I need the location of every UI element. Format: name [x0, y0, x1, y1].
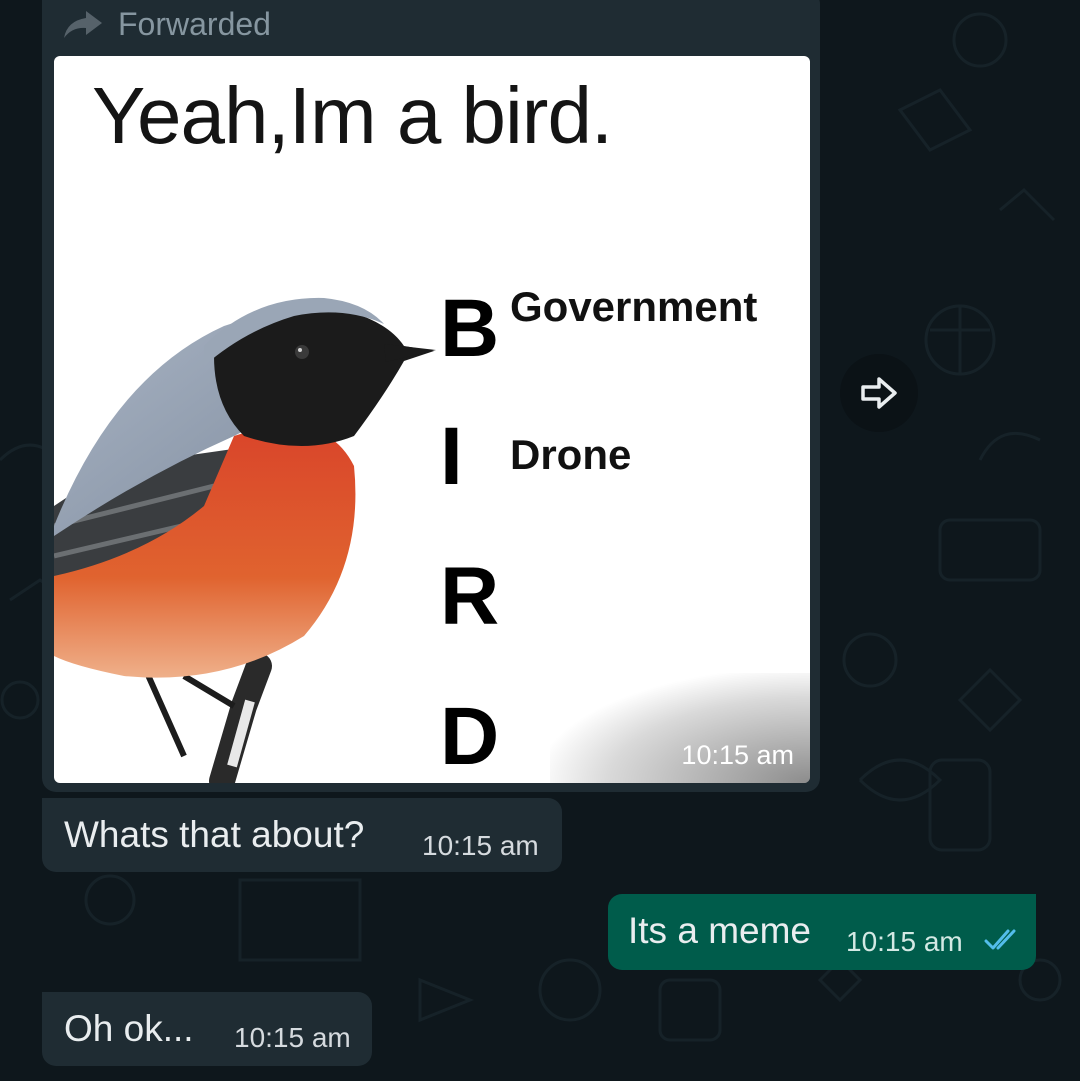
share-arrow-icon: [861, 377, 897, 409]
bird-illustration: [54, 297, 436, 783]
image-timestamp: 10:15 am: [681, 740, 794, 770]
message-bubble-incoming[interactable]: Whats that about? 10:15 am: [42, 798, 562, 872]
message-bubble-outgoing[interactable]: Its a meme 10:15 am: [608, 894, 1036, 970]
meme-letter-d: D: [440, 691, 500, 782]
meme-letter-b: B: [440, 283, 500, 374]
forward-arrow-icon: [64, 11, 102, 38]
meme-word-government: Government: [510, 283, 758, 330]
meme-letter-i: I: [440, 411, 463, 502]
meme-word-drone: Drone: [510, 431, 632, 478]
message-text: Its a meme: [628, 910, 811, 951]
meme-title: Yeah,Im a bird.: [92, 71, 613, 160]
message-time: 10:15 am: [234, 1022, 351, 1053]
message-text: Oh ok...: [64, 1008, 194, 1049]
forwarded-label: Forwarded: [118, 5, 271, 42]
share-button[interactable]: [840, 354, 918, 432]
double-check-icon: [984, 929, 1016, 950]
message-time: 10:15 am: [422, 830, 539, 861]
forwarded-indicator: Forwarded: [62, 4, 271, 44]
message-bubble-incoming[interactable]: Oh ok... 10:15 am: [42, 992, 372, 1066]
message-text: Whats that about?: [64, 814, 365, 855]
message-time: 10:15 am: [846, 926, 963, 957]
meme-image[interactable]: Yeah,Im a bird. B Government I Drone R D…: [54, 56, 810, 783]
meme-letter-r: R: [440, 551, 500, 642]
